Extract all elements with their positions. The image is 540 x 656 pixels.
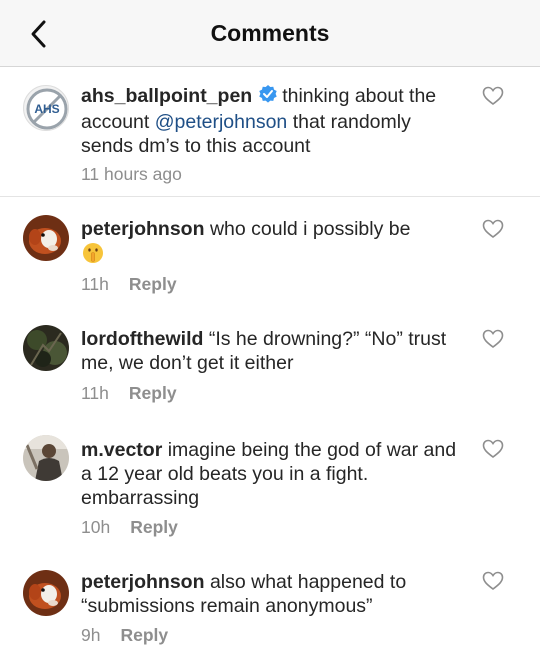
heart-icon [482, 571, 504, 591]
comment-text: m.vector imagine being the god of war an… [81, 438, 459, 510]
reply-button[interactable]: Reply [129, 383, 177, 403]
comment-username[interactable]: lordofthewild [81, 328, 203, 350]
comment-meta: 11 hours ago [81, 164, 182, 185]
comment-username[interactable]: ahs_ballpoint_pen [81, 85, 252, 107]
comment-text: peterjohnson also what happened to “subm… [81, 570, 459, 618]
caption-comment: AHS ahs_ballpoint_pen thinking about the … [0, 67, 540, 197]
like-button[interactable] [482, 219, 504, 239]
heart-icon [482, 439, 504, 459]
comment-item: m.vector imagine being the god of war an… [0, 417, 540, 552]
person-photo-avatar-icon [23, 435, 69, 481]
comment-timestamp: 9h [81, 625, 101, 645]
reply-button[interactable]: Reply [120, 625, 168, 645]
forest-avatar-icon [23, 325, 69, 371]
comment-meta: 11h Reply [81, 274, 177, 295]
comment-item: peterjohnson also what happened to “subm… [0, 552, 540, 656]
like-button[interactable] [482, 571, 504, 591]
comment-timestamp: 11h [81, 274, 109, 294]
comment-body: who could i possibly be [209, 218, 411, 240]
heart-icon [482, 219, 504, 239]
comment-text: peterjohnson who could i possibly be [81, 217, 459, 271]
reply-button[interactable]: Reply [130, 517, 178, 537]
header-bar: Comments [0, 0, 540, 67]
comment-timestamp: 11h [81, 383, 109, 403]
reply-button[interactable]: Reply [129, 274, 177, 294]
comment-username[interactable]: peterjohnson [81, 218, 205, 240]
like-button[interactable] [482, 86, 504, 106]
avatar[interactable] [23, 325, 69, 371]
shushing-face-emoji-icon [81, 241, 105, 271]
verified-badge-icon [258, 84, 278, 110]
page-title: Comments [210, 20, 330, 46]
heart-icon [482, 86, 504, 106]
comment-timestamp: 10h [81, 517, 111, 537]
avatar[interactable] [23, 435, 69, 481]
guinea-pig-avatar-icon [23, 215, 69, 261]
comment-username[interactable]: m.vector [81, 439, 162, 461]
comment-meta: 9h Reply [81, 625, 168, 646]
comment-text: lordofthewild “Is he drowning?” “No” tru… [81, 327, 459, 375]
comment-username[interactable]: peterjohnson [81, 571, 205, 593]
comment-meta: 10h Reply [81, 517, 178, 538]
comment-item: peterjohnson who could i possibly be 11h… [0, 197, 540, 307]
mention-link[interactable]: @peterjohnson [155, 111, 288, 133]
avatar[interactable] [23, 570, 69, 616]
avatar[interactable] [23, 215, 69, 261]
avatar[interactable]: AHS [23, 85, 69, 131]
no-sign-logo-icon: AHS [26, 88, 68, 130]
comment-meta: 11h Reply [81, 383, 177, 404]
comment-timestamp: 11 hours ago [81, 164, 182, 184]
avatar-logo-text: AHS [34, 102, 59, 116]
comment-text: ahs_ballpoint_pen thinking about the acco… [81, 84, 459, 158]
guinea-pig-avatar-icon [23, 570, 69, 616]
like-button[interactable] [482, 439, 504, 459]
heart-icon [482, 329, 504, 349]
comment-item: lordofthewild “Is he drowning?” “No” tru… [0, 307, 540, 417]
like-button[interactable] [482, 329, 504, 349]
